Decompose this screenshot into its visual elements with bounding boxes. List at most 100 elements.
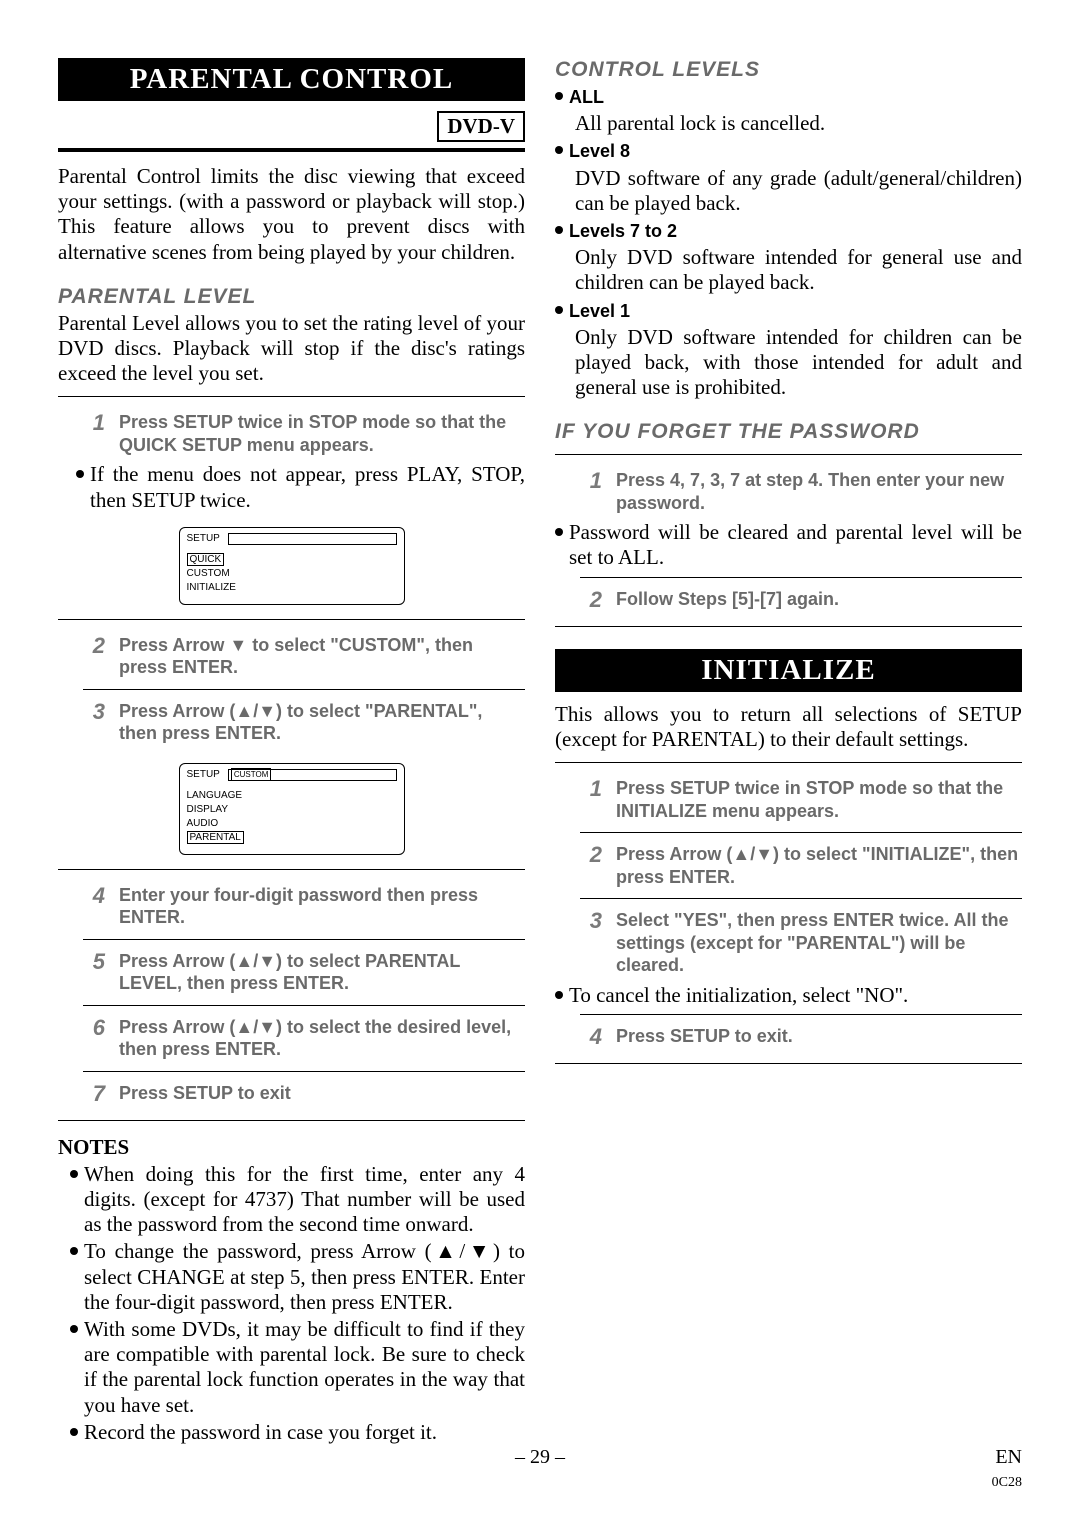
step-text: Press SETUP to exit.	[616, 1025, 793, 1048]
setup-menu-illustration-1: SETUP QUICK CUSTOM INITIALIZE	[179, 527, 405, 605]
step-text: Press Arrow (▲/▼) to select "INITIALIZE"…	[616, 843, 1022, 888]
levels-7-to-2: Levels 7 to 2	[555, 218, 1022, 243]
initialize-banner: INITIALIZE	[555, 649, 1022, 692]
divider	[58, 619, 525, 620]
bullet-dot-icon	[555, 306, 563, 314]
level-1-text: Only DVD software intended for children …	[575, 325, 1022, 401]
right-column: CONTROL LEVELS ALL All parental lock is …	[555, 58, 1022, 1447]
step-number: 1	[580, 469, 602, 493]
level-label: Level 8	[569, 141, 630, 161]
divider	[58, 1120, 525, 1121]
note-text: If the menu does not appear, press PLAY,…	[90, 462, 525, 512]
left-column: PARENTAL CONTROL DVD-V Parental Control …	[58, 58, 525, 1447]
notes-heading: NOTES	[58, 1135, 525, 1160]
parental-level-heading: PARENTAL LEVEL	[58, 285, 525, 309]
step-number: 2	[580, 843, 602, 867]
step-1: 1 Press SETUP twice in STOP mode so that…	[58, 407, 525, 460]
menu-item: DISPLAY	[187, 803, 397, 816]
level-label: Levels 7 to 2	[569, 221, 677, 241]
init-step-2: 2 Press Arrow (▲/▼) to select "INITIALIZ…	[555, 839, 1022, 892]
step-number: 6	[83, 1016, 105, 1040]
note-text: When doing this for the first time, ente…	[84, 1162, 525, 1238]
note-under-step1: If the menu does not appear, press PLAY,…	[76, 462, 525, 512]
menu-title: SETUP	[187, 533, 220, 544]
bullet-dot-icon	[70, 1325, 78, 1333]
divider	[58, 869, 525, 870]
divider	[580, 577, 1022, 578]
step-text: Select "YES", then press ENTER twice. Al…	[616, 909, 1022, 977]
level-label: Level 1	[569, 301, 630, 321]
menu-head-value: CUSTOM	[231, 768, 272, 781]
step-number: 1	[580, 777, 602, 801]
menu-item: QUICK	[187, 553, 225, 566]
control-levels-heading: CONTROL LEVELS	[555, 58, 1022, 82]
level-all: ALL	[555, 84, 1022, 109]
step-number: 2	[83, 634, 105, 658]
init-step-1: 1 Press SETUP twice in STOP mode so that…	[555, 773, 1022, 826]
divider	[555, 1063, 1022, 1064]
menu-item: AUDIO	[187, 817, 397, 830]
step-3: 3 Press Arrow (▲/▼) to select "PARENTAL"…	[58, 696, 525, 749]
menu-item: LANGUAGE	[187, 789, 397, 802]
level-label: ALL	[569, 87, 604, 107]
parental-level-text: Parental Level allows you to set the rat…	[58, 311, 525, 387]
forget-password-heading: IF YOU FORGET THE PASSWORD	[555, 420, 1022, 444]
dvd-v-badge: DVD-V	[437, 111, 525, 142]
step-text: Follow Steps [5]-[7] again.	[616, 588, 839, 611]
intro-text: Parental Control limits the disc viewing…	[58, 164, 525, 265]
fp-step-1: 1 Press 4, 7, 3, 7 at step 4. Then enter…	[555, 465, 1022, 518]
notes-list: When doing this for the first time, ente…	[58, 1162, 525, 1445]
bullet-dot-icon	[70, 1170, 78, 1178]
divider	[580, 832, 1022, 833]
step-text: Press Arrow (▲/▼) to select the desired …	[119, 1016, 525, 1061]
menu-title: SETUP	[187, 769, 220, 780]
note-text: With some DVDs, it may be difficult to f…	[84, 1317, 525, 1418]
step-text: Press Arrow (▲/▼) to select "PARENTAL", …	[119, 700, 525, 745]
divider	[580, 1014, 1022, 1015]
init-cancel-note: To cancel the initialization, select "NO…	[555, 983, 1022, 1008]
footer: – 29 – EN 0C28	[58, 1446, 1022, 1492]
level-8-text: DVD software of any grade (adult/general…	[575, 166, 1022, 216]
step-text: Enter your four-digit password then pres…	[119, 884, 525, 929]
divider	[83, 689, 525, 690]
bullet-dot-icon	[555, 146, 563, 154]
divider	[555, 454, 1022, 455]
divider	[555, 626, 1022, 627]
level-1: Level 1	[555, 298, 1022, 323]
menu-item: PARENTAL	[187, 831, 244, 844]
fp-note-text: Password will be cleared and parental le…	[569, 520, 1022, 570]
divider	[83, 1071, 525, 1072]
note-text: Record the password in case you forget i…	[84, 1420, 525, 1445]
init-step-4: 4 Press SETUP to exit.	[555, 1021, 1022, 1053]
step-5: 5 Press Arrow (▲/▼) to select PARENTAL L…	[58, 946, 525, 999]
footer-code: 0C28	[992, 1475, 1022, 1490]
divider	[58, 396, 525, 397]
init-cancel-text: To cancel the initialization, select "NO…	[569, 983, 1022, 1008]
divider	[580, 898, 1022, 899]
bullet-dot-icon	[555, 92, 563, 100]
step-text: Press Arrow (▲/▼) to select PARENTAL LEV…	[119, 950, 525, 995]
levels-7-to-2-text: Only DVD software intended for general u…	[575, 245, 1022, 295]
step-text: Press SETUP twice in STOP mode so that t…	[616, 777, 1022, 822]
step-text: Press Arrow ▼ to select "CUSTOM", then p…	[119, 634, 525, 679]
setup-menu-illustration-2: SETUP CUSTOM LANGUAGE DISPLAY AUDIO PARE…	[179, 763, 405, 855]
menu-item: INITIALIZE	[187, 581, 397, 594]
fp-note: Password will be cleared and parental le…	[555, 520, 1022, 570]
step-number: 4	[580, 1025, 602, 1049]
bullet-dot-icon	[70, 1247, 78, 1255]
step-4: 4 Enter your four-digit password then pr…	[58, 880, 525, 933]
page-number: – 29 –	[515, 1446, 565, 1469]
divider	[58, 148, 525, 152]
step-6: 6 Press Arrow (▲/▼) to select the desire…	[58, 1012, 525, 1065]
bullet-dot-icon	[76, 470, 84, 478]
step-number: 7	[83, 1082, 105, 1106]
bullet-dot-icon	[555, 991, 563, 999]
initialize-intro: This allows you to return all selections…	[555, 702, 1022, 752]
bullet-dot-icon	[555, 528, 563, 536]
step-number: 1	[83, 411, 105, 435]
note-text: To change the password, press Arrow (▲/▼…	[84, 1239, 525, 1315]
fp-step-2: 2 Follow Steps [5]-[7] again.	[555, 584, 1022, 616]
divider	[83, 1005, 525, 1006]
step-number: 4	[83, 884, 105, 908]
bullet-dot-icon	[70, 1428, 78, 1436]
